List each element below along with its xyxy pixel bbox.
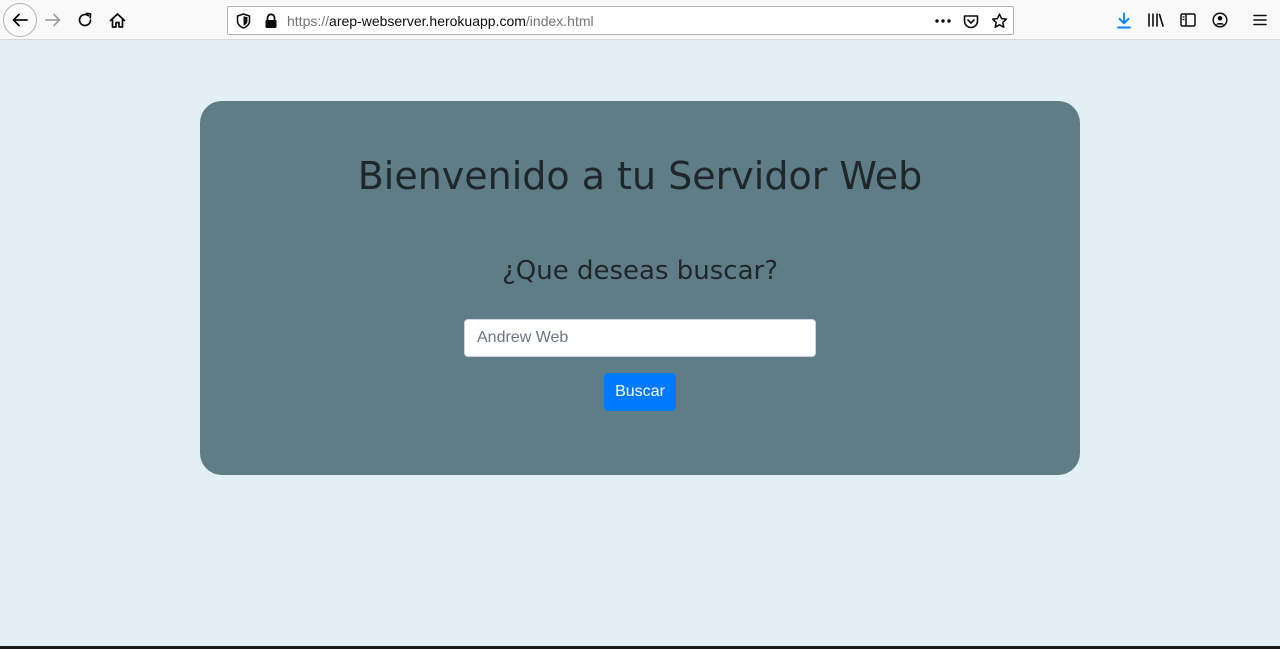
forward-button[interactable] xyxy=(37,4,69,36)
browser-toolbar: https://arep-webserver.herokuapp.com/ind… xyxy=(0,0,1280,40)
page-actions-button[interactable] xyxy=(934,12,952,30)
arrow-left-icon xyxy=(12,13,28,27)
library-icon xyxy=(1148,13,1164,27)
search-button[interactable]: Buscar xyxy=(604,373,676,411)
library-button[interactable] xyxy=(1140,4,1172,36)
search-prompt: ¿Que deseas buscar? xyxy=(501,256,779,286)
lock-icon[interactable] xyxy=(262,12,280,30)
tracking-protection-shield-icon[interactable] xyxy=(234,12,252,30)
reload-button[interactable] xyxy=(69,4,101,36)
url-path: /index.html xyxy=(525,13,594,29)
account-icon xyxy=(1212,12,1228,28)
url-scheme: https:// xyxy=(287,13,330,29)
back-button[interactable] xyxy=(3,3,37,37)
pocket-button[interactable] xyxy=(962,12,980,30)
home-button[interactable] xyxy=(101,4,133,36)
url-text[interactable]: https://arep-webserver.herokuapp.com/ind… xyxy=(287,13,594,29)
arrow-right-icon xyxy=(45,13,61,27)
download-icon xyxy=(1117,12,1131,28)
url-bar[interactable]: https://arep-webserver.herokuapp.com/ind… xyxy=(227,6,1014,35)
reload-icon xyxy=(78,12,92,27)
page-title: Bienvenido a tu Servidor Web xyxy=(357,154,923,198)
home-icon xyxy=(109,12,125,28)
menu-button[interactable] xyxy=(1244,4,1276,36)
sidebar-icon xyxy=(1180,13,1196,27)
bookmark-star-button[interactable] xyxy=(990,12,1008,30)
star-icon xyxy=(991,13,1007,28)
pocket-icon xyxy=(963,14,979,28)
search-input[interactable] xyxy=(464,319,816,357)
hamburger-menu-icon xyxy=(1253,14,1267,26)
url-host: arep-webserver.herokuapp.com xyxy=(329,13,526,29)
sidebar-button[interactable] xyxy=(1172,4,1204,36)
account-button[interactable] xyxy=(1204,4,1236,36)
more-dots-icon xyxy=(935,19,951,23)
downloads-button[interactable] xyxy=(1108,4,1140,36)
